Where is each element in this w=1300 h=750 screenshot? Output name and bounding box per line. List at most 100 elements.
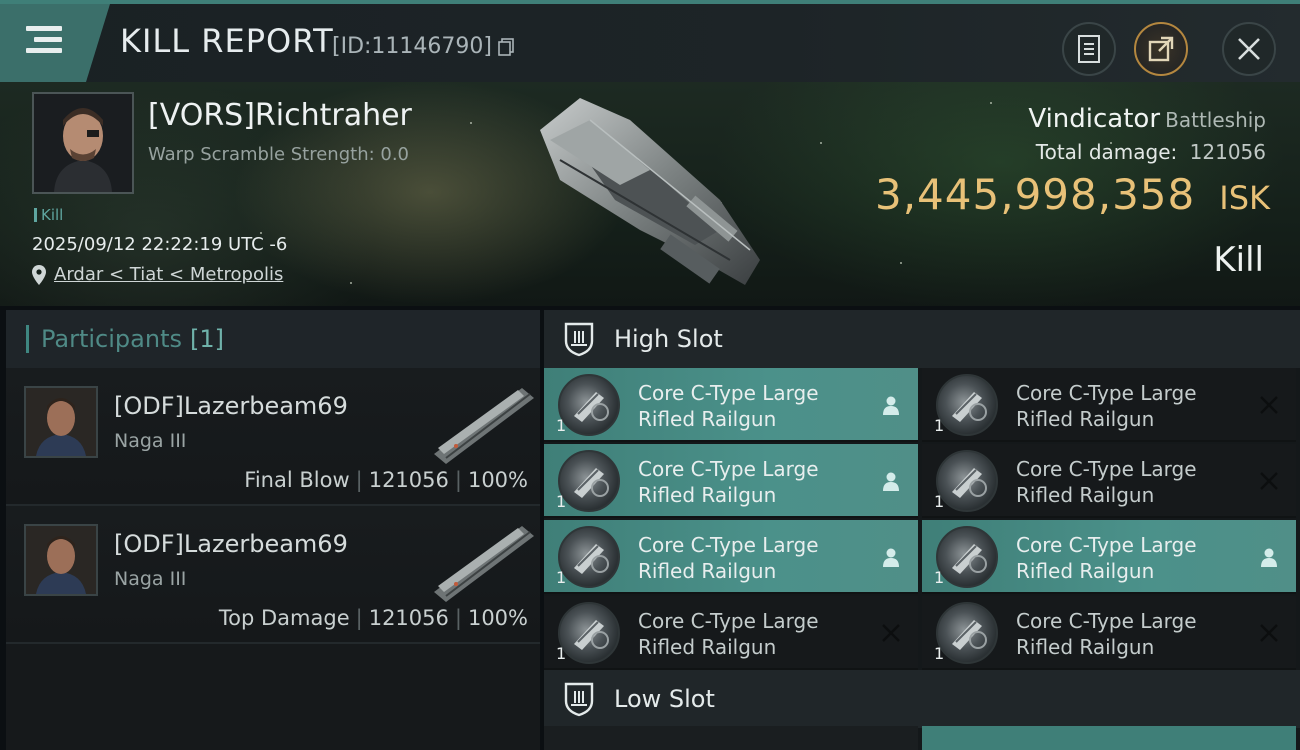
- module-name: Core C-Type Large Rifled Railgun: [638, 532, 868, 584]
- ship-name: Vindicator: [1028, 104, 1161, 134]
- participant-avatar[interactable]: [24, 524, 98, 596]
- victim-banner: [VORS]Richtraher Warp Scramble Strength:…: [0, 82, 1300, 306]
- high-slot-label: High Slot: [614, 325, 723, 353]
- total-damage: Total damage: 121056: [1036, 140, 1266, 164]
- participant-row[interactable]: [ODF]Lazerbeam69 Naga III Top Damage | 121…: [6, 506, 540, 644]
- module-name-line2: Rifled Railgun: [638, 483, 777, 507]
- participants-count: [1]: [189, 325, 224, 353]
- module-quantity: 1: [556, 492, 567, 511]
- module-name-line1: Core C-Type Large: [638, 533, 819, 557]
- module-quantity: 1: [556, 416, 567, 435]
- participant-ship: Naga III: [114, 568, 187, 590]
- module-name-line1: Core C-Type Large: [1016, 457, 1197, 481]
- module-quantity: 1: [934, 492, 945, 511]
- copy-icon[interactable]: [498, 38, 514, 56]
- low-slot-module-partial[interactable]: [544, 726, 918, 750]
- participant-percent: 100%: [467, 606, 528, 630]
- top-bar: KILL REPORT [ID:11146790]: [0, 0, 1300, 82]
- module-name-line1: Core C-Type Large: [1016, 533, 1197, 557]
- kill-location[interactable]: Ardar < Tiat < Metropolis: [32, 264, 283, 285]
- x-icon: [1260, 396, 1278, 414]
- module-name-line2: Rifled Railgun: [638, 635, 777, 659]
- module-tile[interactable]: 1 Core C-Type Large Rifled Railgun: [922, 596, 1296, 670]
- module-name-line2: Rifled Railgun: [1016, 407, 1155, 431]
- kill-tag-label: Kill: [41, 206, 64, 224]
- module-tile[interactable]: 1 Core C-Type Large Rifled Railgun: [922, 368, 1296, 442]
- railgun-weapon-icon: [434, 388, 534, 464]
- module-name-line2: Rifled Railgun: [1016, 635, 1155, 659]
- result-label: Kill: [1213, 240, 1264, 280]
- close-icon: [1238, 38, 1260, 60]
- participant-damage: 121056: [368, 468, 449, 492]
- module-name: Core C-Type Large Rifled Railgun: [1016, 532, 1246, 584]
- person-icon: [883, 396, 899, 415]
- ship-class: Battleship: [1165, 108, 1266, 132]
- railgun-module-icon: [558, 450, 620, 512]
- fitting-slots-panel: High Slot 1 Core C-Type Large Rifled Railg…: [544, 310, 1300, 750]
- low-slot-module-partial[interactable]: [922, 726, 1296, 750]
- module-tile[interactable]: 1 Core C-Type Large Rifled Railgun: [544, 520, 918, 594]
- location-link[interactable]: Ardar < Tiat < Metropolis: [54, 264, 283, 285]
- participant-role: Final Blow: [244, 468, 350, 492]
- location-pin-icon: [32, 264, 46, 285]
- module-tile[interactable]: 1 Core C-Type Large Rifled Railgun: [922, 444, 1296, 518]
- module-tile[interactable]: 1 Core C-Type Large Rifled Railgun: [544, 368, 918, 442]
- isk-value-row: 3,445,998,358 ISK: [875, 170, 1270, 219]
- victim-avatar[interactable]: [32, 92, 134, 194]
- module-name-line2: Rifled Railgun: [1016, 483, 1155, 507]
- railgun-module-icon: [558, 602, 620, 664]
- low-slot-header: Low Slot: [544, 670, 1300, 728]
- module-name: Core C-Type Large Rifled Railgun: [1016, 608, 1246, 660]
- ship-render-icon: [540, 98, 760, 285]
- close-button[interactable]: [1222, 22, 1276, 76]
- participant-role: Top Damage: [218, 606, 350, 630]
- clipboard-button[interactable]: [1062, 22, 1116, 76]
- module-name-line1: Core C-Type Large: [638, 457, 819, 481]
- module-quantity: 1: [934, 644, 945, 663]
- railgun-module-icon: [936, 450, 998, 512]
- module-name: Core C-Type Large Rifled Railgun: [638, 608, 868, 660]
- high-slot-shield-icon: [564, 322, 594, 357]
- hamburger-menu-icon[interactable]: [26, 26, 64, 58]
- x-icon: [1260, 624, 1278, 642]
- module-name: Core C-Type Large Rifled Railgun: [638, 456, 868, 508]
- menu-button[interactable]: [0, 4, 110, 82]
- participants-panel: Participants [1] [ODF]Lazerbeam69 Naga I…: [6, 310, 540, 750]
- low-slot-shield-icon: [564, 682, 594, 717]
- module-name-line2: Rifled Railgun: [638, 407, 777, 431]
- module-quantity: 1: [934, 568, 945, 587]
- module-name: Core C-Type Large Rifled Railgun: [1016, 380, 1246, 432]
- participant-stats: Top Damage | 121056 | 100%: [218, 606, 528, 630]
- railgun-weapon-icon: [434, 526, 534, 602]
- person-icon: [883, 548, 899, 567]
- module-quantity: 1: [556, 644, 567, 663]
- participant-percent: 100%: [467, 468, 528, 492]
- participants-label: Participants: [41, 325, 182, 353]
- railgun-module-icon: [558, 374, 620, 436]
- module-name: Core C-Type Large Rifled Railgun: [1016, 456, 1246, 508]
- module-tile[interactable]: 1 Core C-Type Large Rifled Railgun: [544, 596, 918, 670]
- module-name-line1: Core C-Type Large: [638, 609, 819, 633]
- person-icon: [883, 472, 899, 491]
- total-damage-value: 121056: [1189, 140, 1266, 164]
- victim-name[interactable]: [VORS]Richtraher: [148, 98, 412, 133]
- module-name-line2: Rifled Railgun: [1016, 559, 1155, 583]
- pilot-portrait-icon: [26, 526, 96, 594]
- clipboard-icon: [1078, 35, 1100, 63]
- share-button[interactable]: [1134, 22, 1188, 76]
- warp-scramble-strength: Warp Scramble Strength: 0.0: [148, 144, 410, 165]
- participant-row[interactable]: [ODF]Lazerbeam69 Naga III Final Blow | 121…: [6, 368, 540, 506]
- participants-header[interactable]: Participants [1]: [6, 310, 540, 368]
- module-tile[interactable]: 1 Core C-Type Large Rifled Railgun: [922, 520, 1296, 594]
- participant-avatar[interactable]: [24, 386, 98, 458]
- railgun-module-icon: [936, 602, 998, 664]
- participant-ship: Naga III: [114, 430, 187, 452]
- railgun-module-icon: [936, 526, 998, 588]
- module-name-line1: Core C-Type Large: [1016, 609, 1197, 633]
- module-quantity: 1: [934, 416, 945, 435]
- railgun-module-icon: [936, 374, 998, 436]
- person-icon: [1261, 548, 1277, 567]
- victim-ship[interactable]: Vindicator Battleship: [1028, 104, 1266, 134]
- x-icon: [1260, 472, 1278, 490]
- module-tile[interactable]: 1 Core C-Type Large Rifled Railgun: [544, 444, 918, 518]
